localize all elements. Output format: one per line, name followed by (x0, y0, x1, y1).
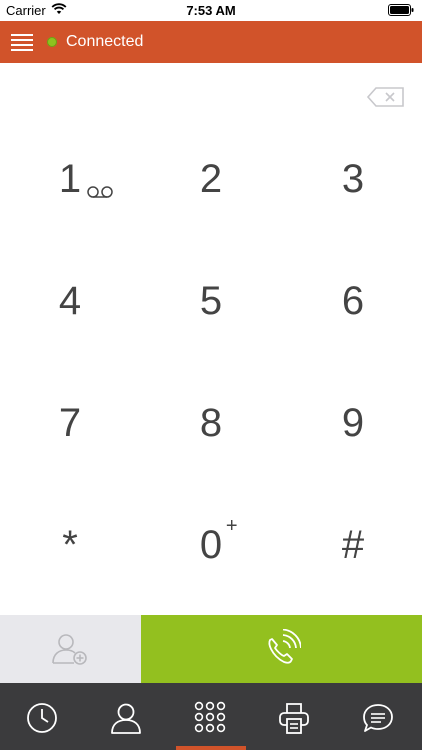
key-9-digit: 9 (341, 400, 365, 445)
tab-contacts[interactable] (84, 683, 168, 750)
tab-recents[interactable] (0, 683, 84, 750)
keypad-icon (194, 701, 226, 733)
key-6-digit: 6 (341, 278, 365, 323)
key-7[interactable]: 7 (0, 362, 140, 484)
key-star-digit: * (62, 522, 78, 567)
key-3[interactable]: 3 (283, 118, 422, 240)
add-contact-button[interactable] (0, 615, 141, 683)
key-2[interactable]: 2 (141, 118, 281, 240)
connection-status-text: Connected (66, 33, 144, 50)
key-4-digit: 4 (58, 278, 82, 323)
key-2-digit: 2 (199, 156, 223, 201)
key-hash-digit: # (341, 522, 365, 567)
key-5-digit: 5 (199, 278, 223, 323)
clock-time: 7:53 AM (186, 3, 236, 18)
key-3-digit: 3 (341, 156, 365, 201)
dial-keypad: 1 2 3 4 5 6 7 8 9 * 0 + # (0, 118, 422, 614)
fax-icon (279, 703, 309, 734)
key-5[interactable]: 5 (141, 240, 281, 362)
key-8[interactable]: 8 (141, 362, 281, 484)
voicemail-icon (87, 163, 113, 208)
clock-icon (27, 703, 57, 733)
tab-fax[interactable] (252, 683, 336, 750)
call-button[interactable] (141, 615, 422, 683)
connection-status-dot (47, 37, 57, 47)
selected-tab-indicator (176, 746, 246, 750)
key-7-digit: 7 (58, 400, 82, 445)
key-1[interactable]: 1 (0, 118, 140, 240)
tab-messages[interactable] (336, 683, 420, 750)
key-9[interactable]: 9 (283, 362, 422, 484)
key-6[interactable]: 6 (283, 240, 422, 362)
key-star[interactable]: * (0, 484, 140, 606)
key-1-digit: 1 (58, 156, 82, 201)
bottom-tab-bar (0, 683, 422, 750)
phone-call-icon (268, 629, 301, 664)
key-0[interactable]: 0 + (141, 484, 281, 606)
battery-icon (388, 4, 414, 19)
add-contact-icon (52, 634, 87, 665)
person-icon (111, 703, 141, 734)
status-bar: Carrier 7:53 AM (0, 0, 422, 21)
dialer-actions (0, 615, 422, 683)
key-4[interactable]: 4 (0, 240, 140, 362)
chat-bubble-icon (363, 704, 393, 732)
key-hash[interactable]: # (283, 484, 422, 606)
key-8-digit: 8 (199, 400, 223, 445)
key-0-digit: 0 (199, 522, 223, 567)
key-0-plus: + (225, 514, 238, 537)
app-header: Connected (0, 21, 422, 63)
backspace-icon[interactable] (366, 86, 406, 108)
hamburger-menu-icon[interactable] (11, 31, 33, 53)
tab-keypad[interactable] (168, 683, 252, 750)
